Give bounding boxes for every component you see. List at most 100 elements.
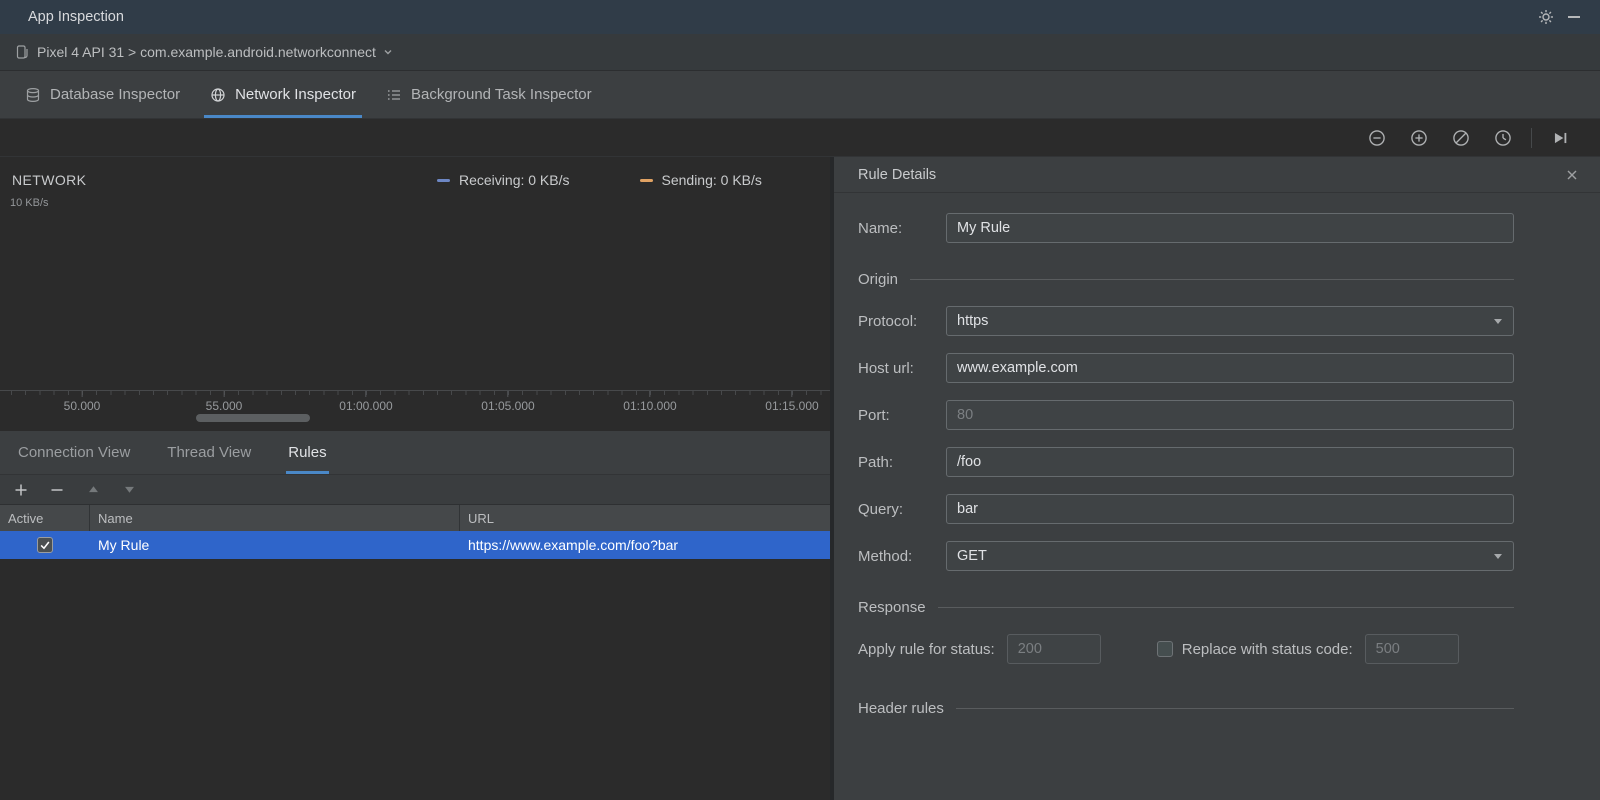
protocol-select[interactable]: https	[946, 306, 1514, 336]
method-select[interactable]: GET	[946, 541, 1514, 571]
remove-rule-button[interactable]	[42, 478, 72, 502]
close-panel-button[interactable]	[1558, 162, 1586, 188]
rules-toolbar	[0, 475, 830, 505]
minimize-button[interactable]	[1560, 4, 1588, 30]
move-rule-down-button[interactable]	[114, 478, 144, 502]
toolbar-separator	[1531, 127, 1532, 148]
x-axis-tick: 01:15.000	[765, 391, 819, 413]
rule-active-cell	[0, 531, 90, 559]
zoom-out-icon	[1369, 129, 1385, 146]
rule-details-panel: Rule Details Name: Origin Protocol: http…	[834, 157, 1600, 800]
device-process-label: Pixel 4 API 31 > com.example.android.net…	[37, 44, 376, 60]
port-input[interactable]	[946, 400, 1514, 430]
port-label: Port:	[858, 406, 890, 424]
column-header-url[interactable]: URL	[460, 505, 830, 531]
column-header-name[interactable]: Name	[90, 505, 460, 531]
tick-mark	[507, 391, 509, 397]
path-row: Path:	[858, 447, 1514, 477]
tick-mark	[223, 391, 225, 397]
section-divider	[955, 708, 1514, 709]
close-icon	[1567, 170, 1577, 179]
section-divider	[910, 279, 1514, 280]
legend-receiving: Receiving: 0 KB/s	[437, 172, 570, 188]
network-chart-canvas[interactable]: NETWORK 10 KB/s Receiving: 0 KB/s Sendin…	[0, 157, 830, 431]
name-row: Name:	[858, 213, 1514, 243]
x-axis-minor-ticks	[11, 391, 828, 395]
reset-zoom-icon	[1453, 129, 1469, 146]
zoom-out-button[interactable]	[1363, 125, 1391, 151]
header-rules-section-header: Header rules	[858, 700, 1514, 717]
chart-title: NETWORK	[12, 172, 87, 188]
query-input[interactable]	[946, 494, 1514, 524]
go-live-button[interactable]	[1546, 125, 1574, 151]
host-url-input[interactable]	[946, 353, 1514, 383]
zoom-to-selection-icon	[1495, 129, 1511, 146]
main-area: NETWORK 10 KB/s Receiving: 0 KB/s Sendin…	[0, 157, 1600, 800]
tab-label: Network Inspector	[235, 86, 356, 103]
minimize-icon	[1568, 16, 1580, 18]
tick-mark	[81, 391, 83, 397]
device-icon	[16, 45, 28, 59]
apply-status-input[interactable]	[1006, 634, 1101, 664]
replace-status-input[interactable]	[1364, 634, 1459, 664]
tab-thread-view[interactable]: Thread View	[165, 431, 253, 474]
rule-active-checkbox[interactable]	[37, 537, 53, 553]
tab-network-inspector[interactable]: Network Inspector	[195, 71, 371, 118]
network-panel: NETWORK 10 KB/s Receiving: 0 KB/s Sendin…	[0, 157, 830, 800]
settings-button[interactable]	[1532, 4, 1560, 30]
legend-label: Sending: 0 KB/s	[661, 172, 762, 188]
section-divider	[937, 607, 1514, 608]
origin-section-header: Origin	[858, 271, 1514, 288]
host-row: Host url:	[858, 353, 1514, 383]
tab-label: Background Task Inspector	[410, 86, 592, 103]
chart-legend: Receiving: 0 KB/s Sending: 0 KB/s	[437, 172, 762, 188]
panel-title: Rule Details	[858, 166, 937, 183]
zoom-in-button[interactable]	[1405, 125, 1433, 151]
tab-rules[interactable]: Rules	[286, 431, 329, 474]
tick-mark	[791, 391, 793, 397]
protocol-value: https	[957, 313, 989, 329]
reset-zoom-button[interactable]	[1447, 125, 1475, 151]
replace-status-label: Replace with status code:	[1181, 640, 1353, 658]
database-icon	[26, 87, 40, 102]
x-axis-tick: 01:05.000	[481, 391, 535, 413]
column-header-active[interactable]: Active	[0, 505, 90, 531]
path-input[interactable]	[946, 447, 1514, 477]
checkmark-icon	[40, 541, 50, 550]
remove-icon	[51, 488, 63, 491]
move-up-icon	[88, 486, 98, 493]
timeline-scrollbar[interactable]	[196, 414, 310, 422]
table-row[interactable]: My Rule https://www.example.com/foo?bar	[0, 531, 830, 559]
sending-marker-icon	[639, 178, 653, 182]
protocol-label: Protocol:	[858, 312, 918, 330]
task-list-icon	[387, 89, 400, 100]
add-icon	[15, 484, 27, 495]
tab-background-task-inspector[interactable]: Background Task Inspector	[371, 71, 607, 118]
x-axis-tick: 01:10.000	[623, 391, 677, 413]
zoom-to-selection-button[interactable]	[1489, 125, 1517, 151]
tab-label: Database Inspector	[50, 86, 181, 103]
tab-label: Thread View	[167, 444, 252, 461]
rules-table-empty-area	[0, 559, 830, 800]
rule-details-header: Rule Details	[834, 157, 1600, 193]
method-row: Method: GET	[858, 541, 1514, 571]
chevron-down-icon	[384, 50, 392, 55]
tab-database-inspector[interactable]: Database Inspector	[10, 71, 195, 118]
response-section-header: Response	[858, 599, 1514, 616]
legend-sending: Sending: 0 KB/s	[639, 172, 762, 188]
device-process-selector[interactable]: Pixel 4 API 31 > com.example.android.net…	[14, 44, 393, 60]
tab-label: Rules	[288, 444, 327, 461]
replace-status-checkbox[interactable]	[1156, 641, 1173, 657]
rule-name-input[interactable]	[946, 213, 1514, 243]
legend-label: Receiving: 0 KB/s	[459, 172, 570, 188]
add-rule-button[interactable]	[6, 478, 36, 502]
view-tab-bar: Connection View Thread View Rules	[0, 431, 830, 475]
section-title: Response	[858, 599, 926, 616]
apply-status-label: Apply rule for status:	[858, 640, 995, 658]
tab-connection-view[interactable]: Connection View	[16, 431, 132, 474]
query-label: Query:	[858, 500, 904, 518]
method-value: GET	[957, 548, 987, 564]
move-down-icon	[124, 486, 134, 493]
receiving-marker-icon	[437, 178, 450, 182]
move-rule-up-button[interactable]	[78, 478, 108, 502]
